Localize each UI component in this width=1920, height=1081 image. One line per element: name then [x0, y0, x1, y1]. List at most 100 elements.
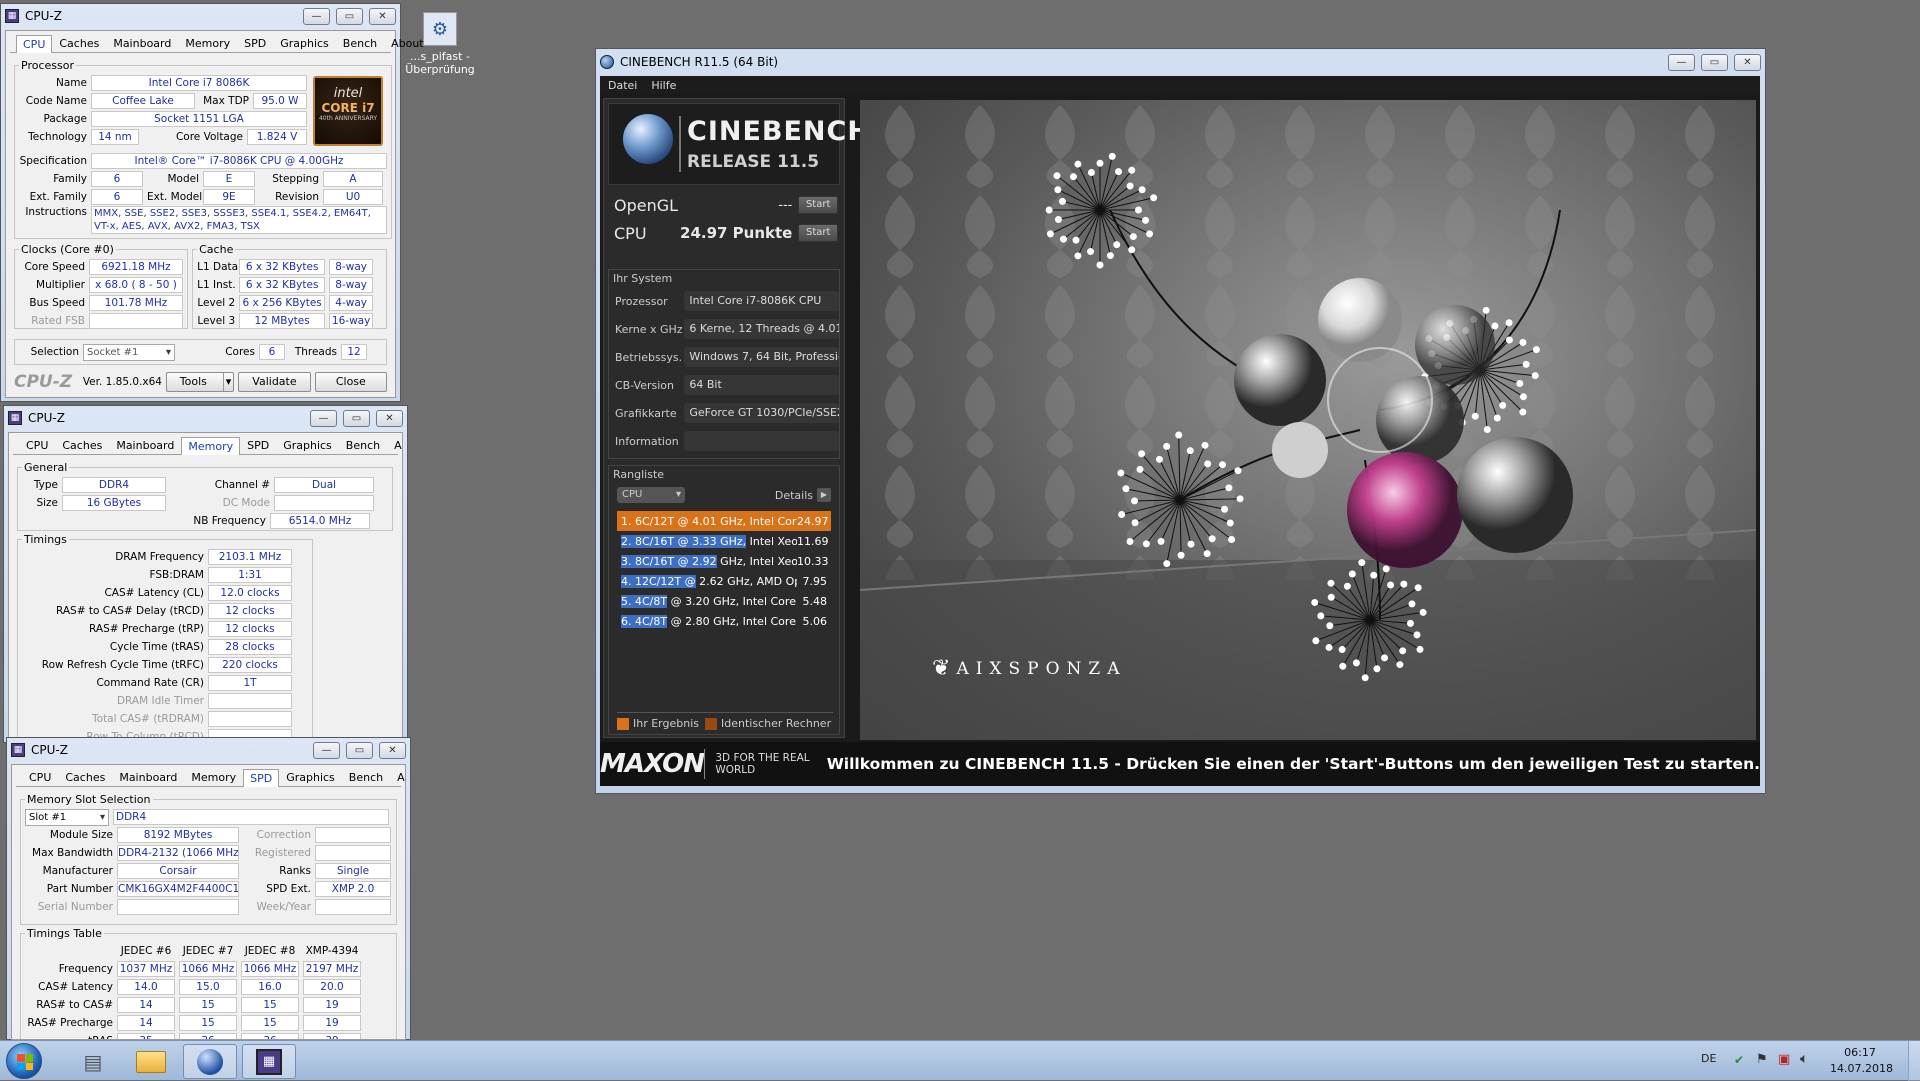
- cpuz-memory-titlebar[interactable]: ▦ CPU-Z — ▭ ✕: [4, 406, 407, 430]
- cpuz-tab-strip: CPU Caches Mainboard Memory SPD Graphics Bench…: [16, 765, 405, 787]
- taskbar-cpuz-icon[interactable]: ▦: [242, 1044, 296, 1079]
- tray-flag-icon[interactable]: ⚑: [1756, 1052, 1768, 1067]
- tab-memory[interactable]: Memory: [184, 768, 243, 786]
- serial-label: Serial Number: [37, 901, 113, 913]
- intel-core-i7-badge: intel CORE i7 40th ANNIVERSARY: [313, 76, 383, 146]
- tab-memory[interactable]: Memory: [181, 437, 241, 455]
- tab-graphics[interactable]: Graphics: [273, 34, 336, 52]
- clock[interactable]: 06:17 14.07.2018: [1830, 1045, 1893, 1077]
- tab-mainboard[interactable]: Mainboard: [109, 436, 181, 454]
- maximize-button[interactable]: ▭: [346, 741, 373, 759]
- details-label: Details: [774, 488, 813, 502]
- minimize-button[interactable]: —: [303, 7, 330, 25]
- language-indicator[interactable]: DE: [1701, 1052, 1716, 1065]
- l1i-value: 6 x 32 KBytes: [239, 277, 326, 293]
- technology-value: 14 nm: [91, 129, 139, 145]
- tab-spd[interactable]: SPD: [243, 769, 280, 787]
- package-value: Socket 1151 LGA: [91, 111, 307, 127]
- spd-cell: 19: [303, 997, 361, 1013]
- cpu-start-button[interactable]: Start: [798, 224, 839, 242]
- cinebench-titlebar[interactable]: CINEBENCH R11.5 (64 Bit) — ▭ ✕: [596, 49, 1765, 75]
- menu-hilfe[interactable]: Hilfe: [651, 79, 676, 92]
- socket-select[interactable]: Socket #1: [83, 343, 175, 361]
- slot-select[interactable]: Slot #1: [25, 808, 109, 826]
- specification-label: Specification: [19, 155, 87, 167]
- tab-mainboard[interactable]: Mainboard: [112, 768, 184, 786]
- ranking-row[interactable]: 2. 8C/16T @ 3.33 GHz, Intel Xeon C11.69: [617, 531, 831, 551]
- selection-label: Selection: [30, 346, 79, 358]
- tab-about[interactable]: About: [384, 34, 431, 52]
- clock-time: 06:17: [1844, 1046, 1876, 1059]
- minimize-button[interactable]: —: [313, 741, 340, 759]
- maximize-button[interactable]: ▭: [1701, 53, 1728, 71]
- tab-about[interactable]: About: [390, 768, 405, 786]
- manufacturer-value: Corsair: [117, 863, 239, 879]
- aixsponza-emblem-icon: ❦: [932, 656, 951, 681]
- spd-cell: 19: [303, 1015, 361, 1031]
- maximize-button[interactable]: ▭: [336, 7, 363, 25]
- tab-caches[interactable]: Caches: [52, 34, 106, 52]
- type-value: DDR4: [62, 477, 166, 493]
- ranking-row[interactable]: 3. 8C/16T @ 2.92 GHz, Intel Xeon C10.33: [617, 551, 831, 571]
- timing-row: RAS# Precharge (tRP) 12 clocks: [22, 620, 308, 638]
- tab-cpu[interactable]: CPU: [16, 35, 53, 53]
- close-button[interactable]: Close: [314, 372, 387, 392]
- type-label: Type: [33, 479, 58, 491]
- cpuz-app-icon: ▦: [11, 743, 25, 757]
- close-window-button[interactable]: ✕: [1734, 53, 1761, 71]
- taskbar-cinebench-icon[interactable]: [183, 1044, 237, 1079]
- timing-value: 12.0 clocks: [208, 585, 292, 601]
- tab-graphics[interactable]: Graphics: [276, 436, 339, 454]
- validate-button[interactable]: Validate: [238, 372, 311, 392]
- badge-sub: 40th ANNIVERSARY: [318, 115, 378, 122]
- system-key: Prozessor: [615, 294, 668, 308]
- ranking-row[interactable]: 5. 4C/8T @ 3.20 GHz, Intel Core i7 Cł 5.4…: [617, 591, 831, 611]
- minimize-button[interactable]: —: [310, 409, 337, 427]
- tab-caches[interactable]: Caches: [55, 436, 109, 454]
- system-value: [684, 431, 839, 451]
- details-arrow-icon[interactable]: ▶: [817, 488, 831, 502]
- ranking-select[interactable]: CPU ▾: [617, 487, 685, 503]
- ranking-row[interactable]: 1. 6C/12T @ 4.01 GHz, Intel Core i724.97: [617, 511, 831, 531]
- l1d-way-value: 8-way: [329, 259, 374, 275]
- close-window-button[interactable]: ✕: [379, 741, 406, 759]
- cpuz-spd-titlebar[interactable]: ▦ CPU-Z — ▭ ✕: [7, 738, 410, 762]
- taskbar-folder-icon[interactable]: [124, 1044, 178, 1079]
- show-desktop-button[interactable]: [1908, 1041, 1920, 1081]
- tab-memory[interactable]: Memory: [178, 34, 237, 52]
- tray-volume-icon[interactable]: 🔈︎: [1800, 1051, 1808, 1067]
- tab-bench[interactable]: Bench: [339, 436, 387, 454]
- ranking-row[interactable]: 6. 4C/8T @ 2.80 GHz, Intel Core i7 Cł 5.0…: [617, 611, 831, 631]
- cinebench-menubar: Datei Hilfe: [600, 76, 1760, 94]
- close-window-button[interactable]: ✕: [369, 7, 396, 25]
- cores-label: Cores: [225, 346, 255, 358]
- tab-bench[interactable]: Bench: [336, 34, 384, 52]
- tab-caches[interactable]: Caches: [58, 768, 112, 786]
- tab-graphics[interactable]: Graphics: [279, 768, 342, 786]
- tab-cpu[interactable]: CPU: [19, 436, 55, 454]
- tab-spd[interactable]: SPD: [237, 34, 273, 52]
- tab-mainboard[interactable]: Mainboard: [106, 34, 178, 52]
- general-group: General Type DDR4 Channel # Dual Size 16 GBy…: [17, 461, 393, 531]
- ranking-row[interactable]: 4. 12C/12T @ 2.62 GHz, AMD Opterc 7.95: [617, 571, 831, 591]
- tab-about[interactable]: About: [387, 436, 402, 454]
- menu-datei[interactable]: Datei: [608, 79, 637, 92]
- tray-network-icon[interactable]: ▣: [1778, 1052, 1790, 1067]
- tools-button[interactable]: Tools ▾: [166, 372, 235, 392]
- spd-row-label: Frequency: [58, 963, 113, 975]
- taskbar-explorer-icon[interactable]: ▤: [66, 1044, 120, 1079]
- cpuz-cpu-titlebar[interactable]: ▦ CPU-Z — ▭ ✕: [1, 4, 400, 28]
- badge-brand: intel: [333, 86, 363, 101]
- tab-bench[interactable]: Bench: [342, 768, 390, 786]
- tray-shield-icon[interactable]: ✔: [1734, 1053, 1744, 1067]
- start-button[interactable]: [6, 1043, 42, 1079]
- ranking-score: 10.33: [797, 554, 829, 568]
- close-window-button[interactable]: ✕: [376, 409, 403, 427]
- ranking-score: 5.48: [802, 594, 828, 608]
- opengl-start-button[interactable]: Start: [798, 196, 838, 214]
- minimize-button[interactable]: —: [1668, 53, 1695, 71]
- tab-spd[interactable]: SPD: [240, 436, 276, 454]
- tab-cpu[interactable]: CPU: [22, 768, 58, 786]
- l3-value: 12 MBytes: [239, 313, 326, 329]
- maximize-button[interactable]: ▭: [343, 409, 370, 427]
